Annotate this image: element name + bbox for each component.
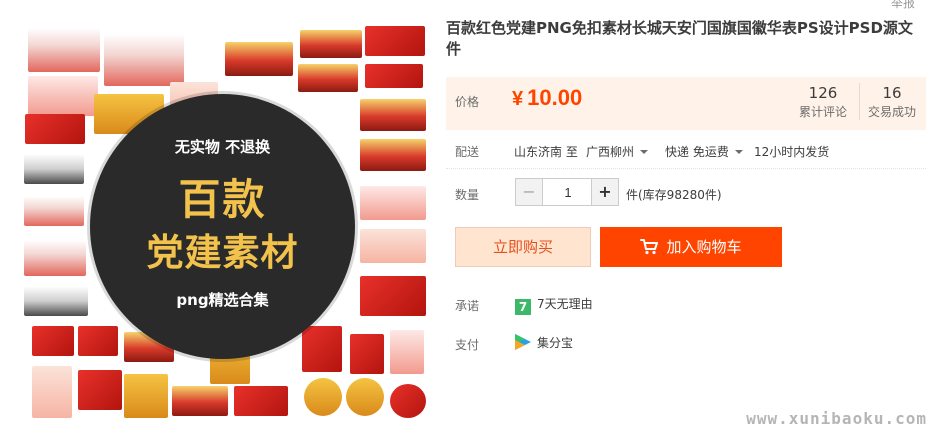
- product-image[interactable]: 无实物 不退换 百款 党建素材 png精选合集: [20, 14, 430, 424]
- reviews-stat[interactable]: 126 累计评论: [791, 83, 855, 120]
- price-panel: 价格 ¥10.00 126 累计评论 16 交易成功: [446, 77, 926, 130]
- collage-thumb-great-wall: [104, 34, 184, 86]
- collage-thumb-great-wall: [24, 240, 86, 276]
- collage-thumb-gold-building: [124, 374, 168, 418]
- add-to-cart-label: 加入购物车: [666, 238, 742, 256]
- collage-thumb-peony: [390, 384, 426, 418]
- watermark-text: www.xunibaoku.com: [746, 409, 927, 428]
- collage-thumb-flag: [25, 114, 85, 144]
- quantity-input[interactable]: [543, 179, 593, 205]
- collage-thumb-flag: [78, 326, 118, 356]
- payment-row[interactable]: 集分宝: [515, 334, 573, 351]
- collage-thumb-tiananmen: [172, 386, 228, 416]
- badge-notice-text: 无实物 不退换: [174, 138, 271, 156]
- collage-thumb-tiananmen: [300, 30, 362, 58]
- shipping-method-select[interactable]: 快递 免运费: [665, 143, 743, 160]
- promise-row[interactable]: 7 7天无理由: [515, 295, 593, 315]
- badge-headline-line1: 百款: [178, 175, 267, 224]
- chevron-down-icon: [640, 150, 649, 154]
- badge-subtitle: png精选合集: [176, 291, 269, 309]
- shipping-from: 山东济南 至: [514, 145, 578, 159]
- collage-thumb-wall-sketch: [28, 76, 98, 116]
- collage-thumb-emblem: [346, 378, 384, 416]
- collage-thumb-lantern: [360, 229, 426, 263]
- collage-thumb-ink-mountain: [24, 154, 84, 184]
- product-title: 百款红色党建PNG免扣素材长城天安门国旗国徽华表PS设计PSD源文件: [446, 19, 913, 58]
- collage-thumb-ribbon: [350, 334, 384, 374]
- deals-stat: 16 交易成功: [859, 83, 924, 120]
- deals-count: 16: [882, 84, 902, 102]
- quantity-decrease-button[interactable]: −: [516, 179, 543, 205]
- deals-label: 交易成功: [867, 105, 916, 119]
- quantity-stepper: − +: [515, 178, 619, 206]
- buy-now-button[interactable]: 立即购买: [455, 227, 591, 267]
- collage-thumb-tiananmen: [225, 42, 293, 76]
- chevron-down-icon: [734, 150, 743, 154]
- collage-thumb-flag: [32, 326, 74, 356]
- promise-label: 承诺: [455, 299, 480, 313]
- price-value: ¥10.00: [512, 85, 582, 111]
- collage-thumb-banner: [365, 64, 423, 88]
- shipping-method: 快递 免运费: [665, 145, 729, 159]
- add-to-cart-button[interactable]: 加入购物车: [600, 227, 782, 267]
- collage-thumb-flag: [78, 370, 122, 410]
- stock-text: 件(库存98280件): [626, 188, 722, 202]
- collage-thumb-great-wall: [28, 28, 100, 72]
- price-label: 价格: [455, 95, 480, 109]
- collage-thumb-blossom: [360, 186, 426, 220]
- jifenbao-icon: [515, 334, 531, 350]
- collage-thumb-tiananmen: [360, 139, 426, 171]
- shipping-label: 配送: [455, 145, 480, 159]
- report-link[interactable]: 举报: [891, 0, 915, 11]
- promise-text: 7天无理由: [537, 297, 593, 311]
- cart-icon: [640, 230, 659, 270]
- collage-thumb-tiananmen: [298, 64, 358, 92]
- shipping-dispatch: 12小时内发货: [754, 145, 830, 159]
- payment-text: 集分宝: [537, 336, 574, 350]
- collage-thumb-tiananmen: [360, 99, 426, 131]
- collage-thumb-knot: [302, 326, 342, 372]
- payment-label: 支付: [455, 338, 480, 352]
- collage-thumb-ink-mountain: [24, 286, 88, 316]
- collage-thumb-emblem: [304, 378, 342, 416]
- collage-thumb-great-wall: [24, 196, 84, 226]
- reviews-count: 126: [808, 84, 838, 102]
- reviews-label: 累计评论: [798, 105, 847, 119]
- collage-thumb-ribbon: [360, 276, 426, 316]
- quantity-label: 数量: [455, 188, 480, 202]
- promo-badge: 无实物 不退换 百款 党建素材 png精选合集: [90, 94, 355, 359]
- seven-day-return-icon: 7: [515, 299, 531, 315]
- shipping-destination-select[interactable]: 广西柳州: [586, 143, 649, 160]
- badge-headline-line2: 党建素材: [146, 231, 299, 274]
- shipping-row: 配送 山东济南 至 广西柳州 快递 免运费 12小时内发货: [446, 140, 926, 169]
- currency-symbol: ¥: [512, 88, 524, 110]
- shipping-destination: 广西柳州: [586, 145, 635, 159]
- collage-thumb-banner: [365, 26, 425, 56]
- collage-thumb-calligraphy: [32, 366, 72, 418]
- collage-thumb-child: [390, 330, 424, 374]
- collage-thumb-ribbon: [234, 386, 288, 416]
- price-amount: 10.00: [527, 85, 583, 110]
- quantity-increase-button[interactable]: +: [591, 179, 618, 205]
